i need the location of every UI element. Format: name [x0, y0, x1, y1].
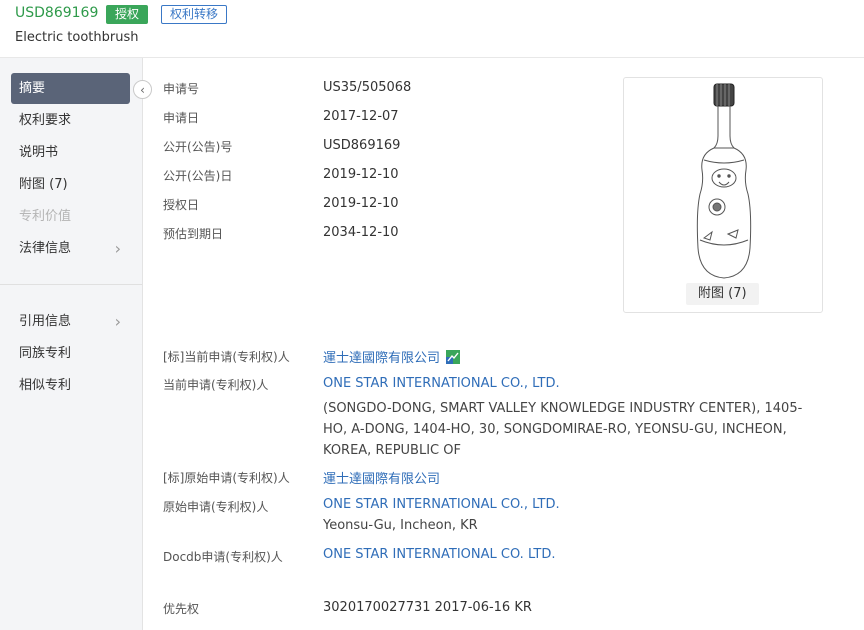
- figure-count-label[interactable]: 附图 (7): [686, 283, 759, 305]
- sidebar-item-family[interactable]: 同族专利: [11, 338, 130, 369]
- original-applicant-link[interactable]: ONE STAR INTERNATIONAL CO., LTD.: [323, 497, 560, 512]
- std-original-applicant-label: [标]原始申请(专利权)人: [163, 471, 290, 485]
- patent-title: Electric toothbrush: [15, 30, 139, 45]
- current-applicant-link[interactable]: ONE STAR INTERNATIONAL CO., LTD.: [323, 376, 560, 391]
- sidebar-item-patent-value: 专利价值: [19, 209, 72, 224]
- sidebar-item-label: 引用信息: [19, 314, 72, 329]
- sidebar-item-citations[interactable]: 引用信息 ›: [11, 306, 130, 337]
- sidebar-item-abstract[interactable]: 摘要: [11, 73, 130, 104]
- docdb-applicant-label: Docdb申请(专利权)人: [163, 550, 283, 564]
- pub-no-label: 公开(公告)号: [163, 140, 233, 154]
- app-date-value: 2017-12-07: [323, 109, 399, 124]
- std-original-applicant-link[interactable]: 運士達國際有限公司: [323, 468, 440, 487]
- pub-no-value: USD869169: [323, 138, 401, 153]
- std-current-applicant-label: [标]当前申请(专利权)人: [163, 350, 290, 364]
- std-current-applicant-link[interactable]: 運士達國際有限公司: [323, 351, 440, 366]
- expiry-label: 预估到期日: [163, 227, 224, 241]
- priority-value: 3020170027731 2017-06-16 KR: [323, 600, 532, 615]
- chevron-right-icon: ›: [114, 239, 121, 258]
- company-icon[interactable]: [446, 350, 461, 364]
- sidebar-item-similar[interactable]: 相似专利: [11, 370, 130, 401]
- std-current-applicant-row: 運士達國際有限公司: [323, 347, 461, 366]
- current-applicant-address: (SONGDO-DONG, SMART VALLEY KNOWLEDGE IND…: [323, 401, 803, 458]
- chevron-right-icon: ›: [114, 312, 121, 331]
- sidebar-item-claims[interactable]: 权利要求: [11, 105, 130, 136]
- sidebar-item-legal-info[interactable]: 法律信息 ›: [11, 233, 130, 264]
- collapse-sidebar-button[interactable]: ‹: [133, 80, 152, 99]
- original-applicant-address: Yeonsu-Gu, Incheon, KR: [323, 518, 478, 533]
- app-date-label: 申请日: [163, 111, 200, 125]
- sidebar-nav: 摘要 权利要求 说明书 附图 (7) 专利价值 法律信息 › 引用信息 › 同族…: [0, 58, 143, 630]
- current-applicant-label: 当前申请(专利权)人: [163, 378, 269, 392]
- status-badge-granted: 授权: [106, 5, 149, 24]
- original-applicant-label: 原始申请(专利权)人: [163, 500, 269, 514]
- toothbrush-drawing: [696, 83, 752, 279]
- pub-date-value: 2019-12-10: [323, 167, 399, 182]
- sidebar-item-drawings[interactable]: 附图 (7): [11, 169, 130, 200]
- transfer-badge[interactable]: 权利转移: [161, 5, 228, 24]
- priority-label: 优先权: [163, 602, 200, 616]
- grant-date-value: 2019-12-10: [323, 196, 399, 211]
- figure-thumbnail[interactable]: 附图 (7): [623, 77, 823, 313]
- expiry-value: 2034-12-10: [323, 225, 399, 240]
- patent-header: USD869169 授权 权利转移 Electric toothbrush: [0, 0, 864, 58]
- grant-date-label: 授权日: [163, 198, 200, 212]
- docdb-applicant-link[interactable]: ONE STAR INTERNATIONAL CO. LTD.: [323, 547, 555, 562]
- app-no-label: 申请号: [163, 82, 200, 96]
- sidebar-divider: [0, 284, 142, 285]
- publication-number: USD869169: [15, 5, 99, 21]
- app-no-value: US35/505068: [323, 80, 412, 95]
- pub-date-label: 公开(公告)日: [163, 169, 233, 183]
- sidebar-item-label: 法律信息: [19, 241, 72, 256]
- sidebar-item-description[interactable]: 说明书: [11, 137, 130, 168]
